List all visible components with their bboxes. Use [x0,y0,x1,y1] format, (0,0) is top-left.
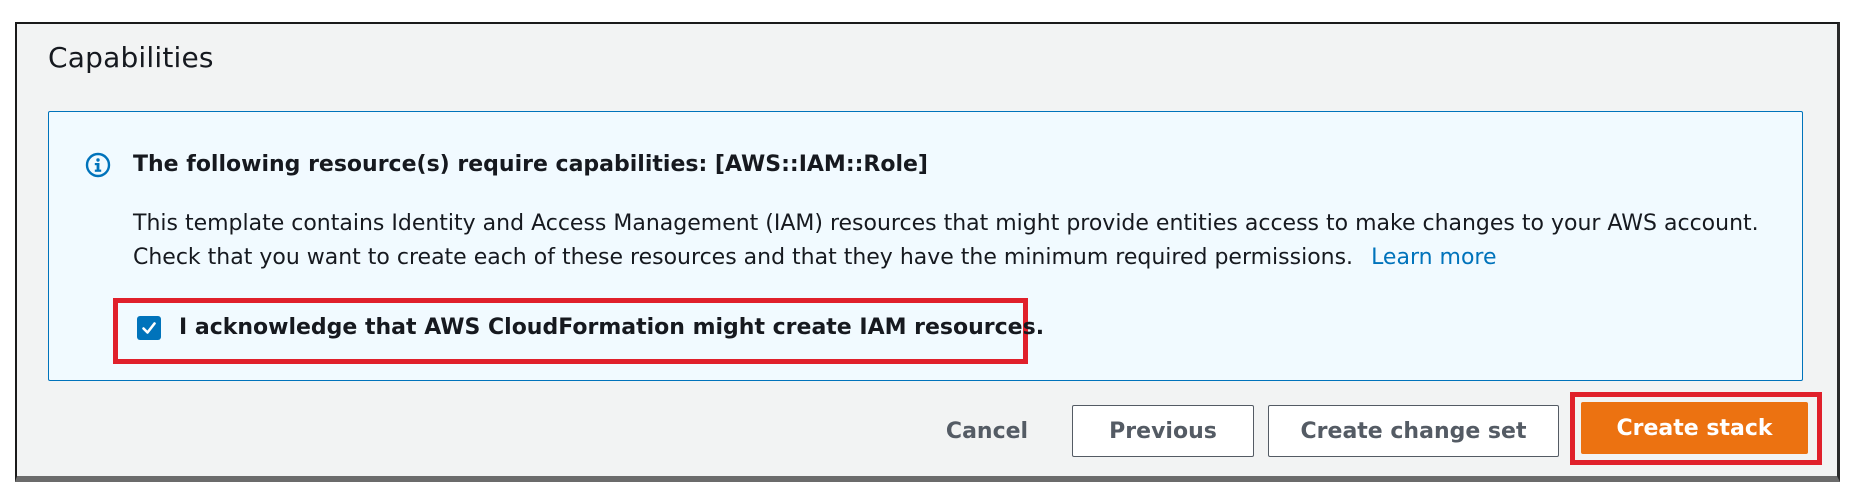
create-change-set-button[interactable]: Create change set [1268,405,1559,457]
previous-button[interactable]: Previous [1072,405,1254,457]
alert-body: This template contains Identity and Acce… [133,207,1773,275]
learn-more-link[interactable]: Learn more [1371,245,1496,270]
acknowledge-checkbox-row[interactable]: I acknowledge that AWS CloudFormation mi… [137,315,1044,340]
cancel-button[interactable]: Cancel [922,405,1052,457]
acknowledge-checkbox[interactable] [137,315,161,340]
alert-heading: The following resource(s) require capabi… [133,152,928,177]
capabilities-panel: Capabilities The following resource(s) r… [15,22,1840,482]
section-title: Capabilities [48,41,214,74]
capabilities-alert: The following resource(s) require capabi… [48,111,1803,381]
create-stack-button[interactable]: Create stack [1581,402,1808,454]
acknowledge-label[interactable]: I acknowledge that AWS CloudFormation mi… [179,315,1044,340]
alert-body-text: This template contains Identity and Acce… [133,211,1759,270]
info-icon [85,152,111,178]
checkmark-icon [142,321,156,334]
